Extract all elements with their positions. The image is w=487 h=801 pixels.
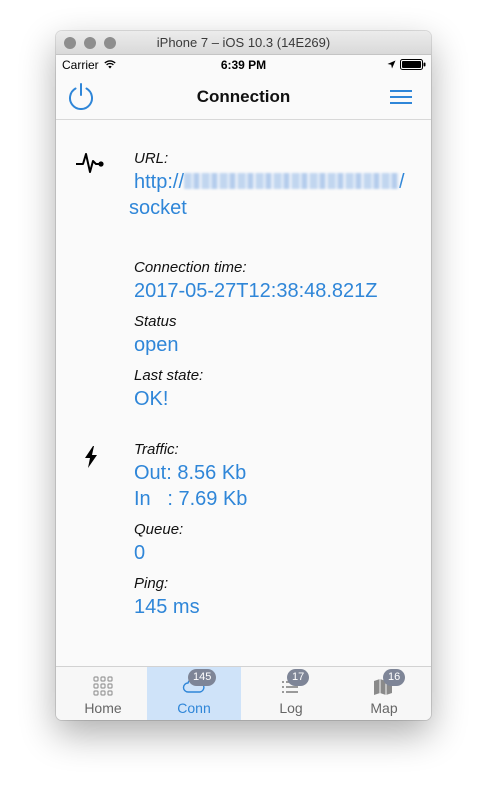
url-host-redacted <box>184 173 400 189</box>
status-bar: Carrier 6:39 PM <box>56 55 431 75</box>
battery-icon <box>400 59 426 70</box>
simulator-window: iPhone 7 – iOS 10.3 (14E269) Carrier 6:3… <box>56 31 431 720</box>
traffic-in-value: In : 7.69 Kb <box>134 488 248 510</box>
status-value: open <box>134 334 179 356</box>
tab-bar: Home 145 Conn 17 Log 16 Map <box>56 666 431 720</box>
location-arrow-icon <box>387 60 396 69</box>
navigation-bar: Connection <box>56 75 431 120</box>
window-title: iPhone 7 – iOS 10.3 (14E269) <box>156 35 331 50</box>
url-suffix: / <box>399 171 405 193</box>
tab-log-badge: 17 <box>287 669 310 686</box>
tab-map[interactable]: 16 Map <box>337 667 431 720</box>
window-titlebar: iPhone 7 – iOS 10.3 (14E269) <box>56 31 431 55</box>
queue-value: 0 <box>134 542 146 564</box>
queue-label: Queue: <box>134 521 184 538</box>
url-label: URL: <box>134 150 169 167</box>
tab-map-label: Map <box>370 700 398 716</box>
tab-map-badge: 16 <box>383 669 406 686</box>
status-time: 6:39 PM <box>220 58 267 72</box>
traffic-out-value: Out: 8.56 Kb <box>134 462 247 484</box>
lightning-bolt-icon <box>85 446 97 468</box>
tab-conn[interactable]: 145 Conn <box>147 667 241 720</box>
url-value[interactable]: http:// / <box>134 171 424 194</box>
url-path[interactable]: socket <box>129 197 187 220</box>
ping-value: 145 ms <box>134 596 200 618</box>
activity-pulse-icon <box>76 153 104 173</box>
status-label: Status <box>134 313 177 330</box>
connection-details: URL: http:// / socket Connection time: 20… <box>56 120 431 666</box>
tab-log-label: Log <box>279 700 303 716</box>
last-state-value: OK! <box>134 388 169 410</box>
menu-icon[interactable] <box>390 90 412 106</box>
tab-home[interactable]: Home <box>56 667 150 720</box>
last-state-label: Last state: <box>134 367 204 384</box>
connection-time-value: 2017-05-27T12:38:48.821Z <box>134 280 378 302</box>
connection-time-label: Connection time: <box>134 259 247 276</box>
tab-conn-badge: 145 <box>188 669 217 686</box>
ping-label: Ping: <box>134 575 169 592</box>
page-title: Connection <box>196 87 291 106</box>
traffic-label: Traffic: <box>134 441 179 458</box>
url-prefix: http:// <box>134 171 185 193</box>
tab-conn-label: Conn <box>177 700 211 716</box>
grid-icon <box>93 676 113 696</box>
tab-home-label: Home <box>84 700 122 716</box>
tab-log[interactable]: 17 Log <box>244 667 338 720</box>
